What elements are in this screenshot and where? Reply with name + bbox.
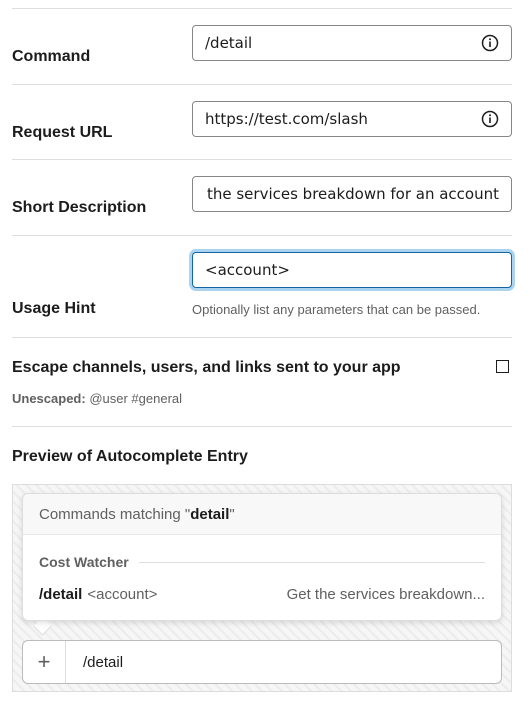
divider xyxy=(12,8,512,9)
divider xyxy=(12,337,512,338)
message-composer[interactable]: + /detail xyxy=(22,640,502,684)
usage-hint-value: <account> xyxy=(205,261,290,279)
short-description-input[interactable]: Get the services breakdown for an accoun… xyxy=(192,176,512,212)
composer-text: /detail xyxy=(83,653,124,671)
app-name: Cost Watcher xyxy=(39,554,129,570)
escape-label: Escape channels, users, and links sent t… xyxy=(12,359,401,376)
escape-checkbox[interactable] xyxy=(496,360,509,373)
usage-hint-helper: Optionally list any parameters that can … xyxy=(192,302,481,317)
plus-icon[interactable]: + xyxy=(23,641,66,683)
command-label: Command xyxy=(12,48,91,65)
short-description-value: Get the services breakdown for an accoun… xyxy=(203,185,499,203)
usage-hint-input[interactable]: <account> xyxy=(192,252,512,288)
popup-heading-query: detail xyxy=(190,505,230,523)
app-group: Cost Watcher xyxy=(39,554,485,570)
short-description-label: Short Description xyxy=(12,199,147,216)
request-url-input[interactable]: https://test.com/slash xyxy=(192,101,512,137)
request-url-value: https://test.com/slash xyxy=(205,110,368,128)
divider xyxy=(12,235,512,236)
info-icon[interactable] xyxy=(481,34,499,52)
divider xyxy=(12,159,512,160)
escape-status: Unescaped: @user #general xyxy=(12,391,182,406)
popup-heading-suffix: " xyxy=(229,505,235,523)
command-description: Get the services breakdown... xyxy=(286,586,485,603)
command-name: /detail xyxy=(39,586,83,603)
autocomplete-item[interactable]: /detail <account> Get the services break… xyxy=(39,586,485,603)
escape-status-example: @user #general xyxy=(89,391,183,406)
info-icon[interactable] xyxy=(481,110,499,128)
command-hint: <account> xyxy=(87,586,158,603)
command-input[interactable]: /detail xyxy=(192,25,512,61)
divider xyxy=(12,84,512,85)
popup-heading-prefix: Commands matching " xyxy=(39,505,191,523)
request-url-label: Request URL xyxy=(12,124,113,141)
divider xyxy=(12,426,512,427)
escape-status-label: Unescaped: xyxy=(12,391,86,406)
usage-hint-label: Usage Hint xyxy=(12,300,96,317)
group-divider xyxy=(138,561,485,563)
command-value: /detail xyxy=(205,34,253,52)
autocomplete-popup: Commands matching " detail " Cost Watcher … xyxy=(22,493,502,621)
popup-heading: Commands matching " detail " xyxy=(23,494,501,535)
preview-title: Preview of Autocomplete Entry xyxy=(12,448,248,465)
